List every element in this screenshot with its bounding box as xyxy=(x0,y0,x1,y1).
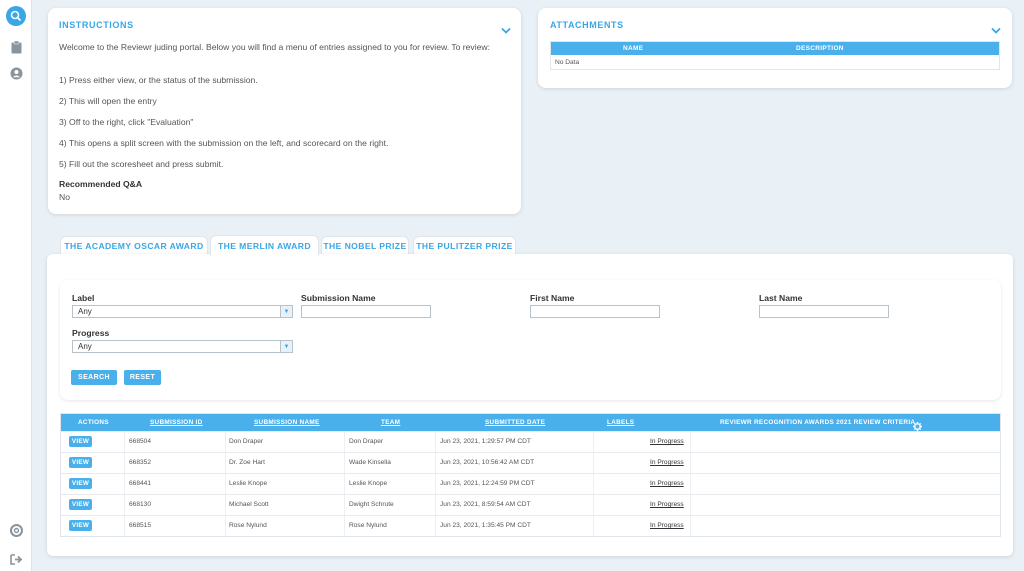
table-row: VIEW 668352 Dr. Zoe Hart Wade Kinsella J… xyxy=(61,452,1000,473)
submission-name: Rose Nylund xyxy=(229,522,267,529)
progress-filter-label: Progress xyxy=(72,328,110,338)
submissions-table: ACTIONS SUBMISSION ID SUBMISSION NAME TE… xyxy=(60,413,1001,537)
instructions-step: 2) This will open the entry xyxy=(59,96,157,106)
attachments-card: ATTACHMENTS NAME DESCRIPTION No Data xyxy=(538,8,1012,88)
submission-name-label: Submission Name xyxy=(301,293,376,303)
submission-name: Dr. Zoe Hart xyxy=(229,459,265,466)
submission-name-input[interactable] xyxy=(301,305,431,318)
attachments-empty: No Data xyxy=(555,58,580,66)
team-name: Wade Kinsella xyxy=(349,459,391,466)
instructions-intro: Welcome to the Reviewr juding portal. Be… xyxy=(59,42,491,52)
first-name-label: First Name xyxy=(530,293,575,303)
collapse-chevron-icon[interactable] xyxy=(991,22,1001,34)
instructions-card: INSTRUCTIONS Welcome to the Reviewr judi… xyxy=(48,8,521,214)
tab-pulitzer-prize[interactable]: THE PULITZER PRIZE xyxy=(413,236,516,255)
clipboard-icon[interactable] xyxy=(8,39,24,55)
column-header-submitted-date[interactable]: SUBMITTED DATE xyxy=(485,414,545,431)
collapse-chevron-icon[interactable] xyxy=(501,22,511,34)
logout-icon[interactable] xyxy=(8,551,24,567)
attachments-header: NAME DESCRIPTION xyxy=(551,42,999,55)
progress-link[interactable]: In Progress xyxy=(650,495,684,515)
team-name: Leslie Knope xyxy=(349,480,388,487)
submission-id: 668352 xyxy=(129,459,152,466)
column-header-name: NAME xyxy=(623,45,644,52)
submission-name: Don Draper xyxy=(229,438,264,445)
view-button[interactable]: VIEW xyxy=(69,436,92,447)
table-row: VIEW 668130 Michael Scott Dwight Schrute… xyxy=(61,494,1000,515)
dropdown-arrow-icon[interactable]: ▼ xyxy=(280,306,292,317)
first-name-input[interactable] xyxy=(530,305,660,318)
table-row: VIEW 668504 Don Draper Don Draper Jun 23… xyxy=(61,431,1000,452)
column-header-submission-id[interactable]: SUBMISSION ID xyxy=(150,414,203,431)
view-button[interactable]: VIEW xyxy=(69,457,92,468)
submission-id: 668441 xyxy=(129,480,152,487)
submission-name: Michael Scott xyxy=(229,501,269,508)
submitted-date: Jun 23, 2021, 12:24:59 PM CDT xyxy=(440,480,535,487)
tab-merlin-award[interactable]: THE MERLIN AWARD xyxy=(210,235,319,256)
reset-button[interactable]: RESET xyxy=(124,370,161,385)
instructions-step: 5) Fill out the scoresheet and press sub… xyxy=(59,159,224,169)
column-header-actions: ACTIONS xyxy=(78,419,109,426)
attachments-table: NAME DESCRIPTION No Data xyxy=(550,41,1000,70)
instructions-step: 1) Press either view, or the status of t… xyxy=(59,75,258,85)
submission-name: Leslie Knope xyxy=(229,480,268,487)
submission-id: 668504 xyxy=(129,438,152,445)
submitted-date: Jun 23, 2021, 1:29:57 PM CDT xyxy=(440,438,531,445)
progress-link[interactable]: In Progress xyxy=(650,474,684,494)
dropdown-arrow-icon[interactable]: ▼ xyxy=(280,341,292,352)
progress-link[interactable]: In Progress xyxy=(650,432,684,452)
help-icon[interactable] xyxy=(8,522,24,538)
submitted-date: Jun 23, 2021, 8:59:54 AM CDT xyxy=(440,501,531,508)
label-filter-value: Any xyxy=(78,307,92,316)
view-button[interactable]: VIEW xyxy=(69,499,92,510)
column-header-team[interactable]: TEAM xyxy=(381,414,400,431)
instructions-step: 4) This opens a split screen with the su… xyxy=(59,138,389,148)
instructions-title: INSTRUCTIONS xyxy=(59,20,134,30)
sidebar xyxy=(0,0,32,571)
progress-filter-select[interactable]: Any ▼ xyxy=(72,340,293,353)
team-name: Dwight Schrute xyxy=(349,501,394,508)
team-name: Rose Nylund xyxy=(349,522,387,529)
view-button[interactable]: VIEW xyxy=(69,478,92,489)
table-row: VIEW 668515 Rose Nylund Rose Nylund Jun … xyxy=(61,515,1000,536)
user-icon[interactable] xyxy=(8,65,24,81)
submission-id: 668515 xyxy=(129,522,152,529)
instructions-step: 3) Off to the right, click "Evaluation" xyxy=(59,117,194,127)
tab-academy-oscar-award[interactable]: THE ACADEMY OSCAR AWARD xyxy=(60,236,208,255)
submitted-date: Jun 23, 2021, 1:35:45 PM CDT xyxy=(440,522,531,529)
tab-nobel-prize[interactable]: THE NOBEL PRIZE xyxy=(321,236,409,255)
search-button[interactable]: SEARCH xyxy=(71,370,117,385)
reviewr-logo-icon[interactable] xyxy=(6,6,26,26)
label-filter-label: Label xyxy=(72,293,95,303)
last-name-label: Last Name xyxy=(759,293,803,303)
table-header: ACTIONS SUBMISSION ID SUBMISSION NAME TE… xyxy=(61,414,1000,431)
label-filter-select[interactable]: Any ▼ xyxy=(72,305,293,318)
column-header-description: DESCRIPTION xyxy=(796,45,844,52)
submitted-date: Jun 23, 2021, 10:56:42 AM CDT xyxy=(440,459,535,466)
recommended-qa-value: No xyxy=(59,192,70,202)
submission-id: 668130 xyxy=(129,501,152,508)
team-name: Don Draper xyxy=(349,438,384,445)
column-header-criteria: REVIEWR RECOGNITION AWARDS 2021 REVIEW C… xyxy=(720,419,916,426)
column-header-submission-name[interactable]: SUBMISSION NAME xyxy=(254,414,320,431)
progress-filter-value: Any xyxy=(78,342,92,351)
recommended-qa-label: Recommended Q&A xyxy=(59,179,143,189)
progress-link[interactable]: In Progress xyxy=(650,453,684,473)
view-button[interactable]: VIEW xyxy=(69,520,92,531)
table-row: VIEW 668441 Leslie Knope Leslie Knope Ju… xyxy=(61,473,1000,494)
column-header-labels[interactable]: LABELS xyxy=(607,414,634,431)
last-name-input[interactable] xyxy=(759,305,889,318)
progress-link[interactable]: In Progress xyxy=(650,516,684,536)
gear-icon[interactable] xyxy=(913,418,922,431)
attachments-title: ATTACHMENTS xyxy=(550,20,624,30)
